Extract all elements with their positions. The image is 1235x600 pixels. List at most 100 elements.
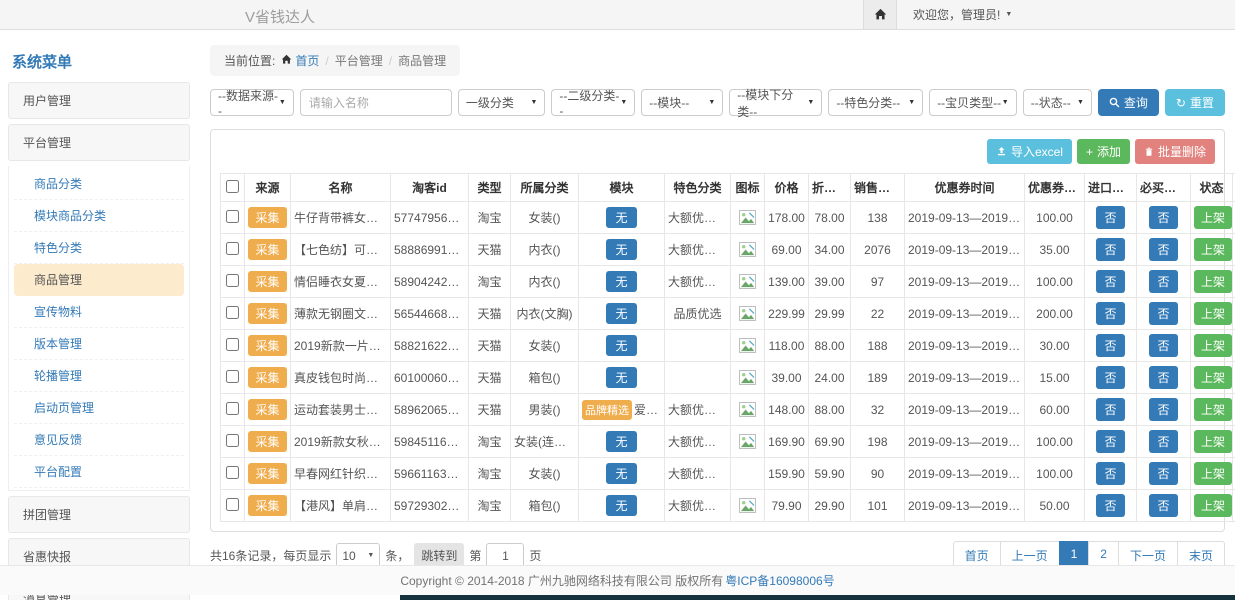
must-buy-toggle[interactable]: 否 [1149, 398, 1177, 421]
coupon-amount: 100.00 [1036, 435, 1073, 449]
breadcrumb-home-link[interactable]: 首页 [281, 52, 319, 69]
must-buy-toggle[interactable]: 否 [1149, 302, 1177, 325]
row-checkbox[interactable] [226, 370, 239, 383]
icp-link[interactable]: 粤ICP备16098006号 [725, 572, 834, 589]
sidebar-subitem[interactable]: 轮播管理 [14, 360, 184, 392]
filter-select[interactable]: --二级分类--▼ [551, 89, 635, 116]
import-select-toggle[interactable]: 否 [1096, 494, 1124, 517]
filter-select[interactable]: --特色分类--▼ [828, 89, 923, 116]
import-select-toggle[interactable]: 否 [1096, 238, 1124, 261]
status-badge[interactable]: 上架 [1194, 302, 1232, 325]
search-button[interactable]: 查询 [1098, 89, 1159, 116]
filter-select[interactable]: --模块--▼ [641, 89, 723, 116]
import-select-toggle[interactable]: 否 [1096, 270, 1124, 293]
price: 178.00 [768, 211, 805, 225]
row-checkbox[interactable] [226, 338, 239, 351]
sidebar-subitem[interactable]: 商品分类 [14, 168, 184, 200]
sidebar-subitem[interactable]: 宣传物料 [14, 296, 184, 328]
import-select-toggle[interactable]: 否 [1096, 366, 1124, 389]
module-badge[interactable]: 无 [606, 271, 636, 292]
module-badge[interactable]: 无 [606, 303, 636, 324]
select-all-checkbox[interactable] [226, 180, 239, 193]
module-badge[interactable]: 无 [606, 463, 636, 484]
status-badge[interactable]: 上架 [1194, 462, 1232, 485]
status-badge[interactable]: 上架 [1194, 366, 1232, 389]
sidebar-subitem[interactable]: 版本管理 [14, 328, 184, 360]
sidebar-subitem[interactable]: 意见反馈 [14, 424, 184, 456]
module-badge[interactable]: 无 [606, 239, 636, 260]
must-buy-toggle[interactable]: 否 [1149, 494, 1177, 517]
sidebar-item-group[interactable]: 平台管理 [8, 124, 190, 161]
sidebar-item-group[interactable]: 拼团管理 [8, 496, 190, 533]
filter-select-value: --模块-- [649, 94, 689, 111]
feature-category: 大额优惠券 [668, 243, 728, 257]
upload-icon [996, 146, 1007, 157]
filter-select[interactable]: 一级分类▼ [458, 89, 546, 116]
status-badge[interactable]: 上架 [1194, 238, 1232, 261]
import-select-toggle[interactable]: 否 [1096, 302, 1124, 325]
status-badge[interactable]: 上架 [1194, 398, 1232, 421]
row-checkbox[interactable] [226, 434, 239, 447]
taoke-id: 596611634525 [394, 467, 469, 481]
must-buy-toggle[interactable]: 否 [1149, 366, 1177, 389]
status-badge[interactable]: 上架 [1194, 206, 1232, 229]
import-select-toggle[interactable]: 否 [1096, 334, 1124, 357]
filter-select[interactable]: --宝贝类型--▼ [929, 89, 1017, 116]
import-excel-button[interactable]: 导入excel [987, 139, 1072, 164]
sidebar-subitem[interactable]: 特色分类 [14, 232, 184, 264]
user-menu[interactable]: 欢迎您，管理员! ▼ [897, 0, 1028, 29]
sidebar-subitem[interactable]: 启动页管理 [14, 392, 184, 424]
module-badge[interactable]: 无 [606, 495, 636, 516]
filter-select-value: --状态-- [1031, 94, 1071, 111]
coupon-amount: 100.00 [1036, 211, 1073, 225]
reset-button[interactable]: ↻ 重置 [1165, 89, 1225, 116]
row-checkbox[interactable] [226, 466, 239, 479]
product-type: 淘宝 [477, 275, 501, 289]
import-select-toggle[interactable]: 否 [1096, 430, 1124, 453]
add-button[interactable]: + 添加 [1077, 139, 1130, 164]
coupon-amount: 35.00 [1039, 243, 1069, 257]
import-select-toggle[interactable]: 否 [1096, 206, 1124, 229]
row-checkbox[interactable] [226, 210, 239, 223]
home-icon[interactable] [863, 0, 897, 29]
product-category: 内衣(文胸) [517, 307, 573, 321]
must-buy-toggle[interactable]: 否 [1149, 334, 1177, 357]
row-checkbox[interactable] [226, 306, 239, 319]
must-buy-toggle[interactable]: 否 [1149, 238, 1177, 261]
trash-icon [1144, 147, 1154, 157]
table-row: 采集情侣睡衣女夏丝绸男士...589042420344淘宝内衣()无大额优惠券1… [221, 266, 1235, 298]
filter-select[interactable]: --状态--▼ [1023, 89, 1092, 116]
import-select-toggle[interactable]: 否 [1096, 462, 1124, 485]
module-badge[interactable]: 无 [606, 207, 636, 228]
row-checkbox[interactable] [226, 498, 239, 511]
row-checkbox[interactable] [226, 402, 239, 415]
must-buy-toggle[interactable]: 否 [1149, 270, 1177, 293]
filter-select[interactable]: --数据来源--▼ [210, 89, 294, 116]
must-buy-toggle[interactable]: 否 [1149, 430, 1177, 453]
price: 39.00 [771, 371, 801, 385]
status-badge[interactable]: 上架 [1194, 270, 1232, 293]
row-checkbox[interactable] [226, 242, 239, 255]
status-badge[interactable]: 上架 [1194, 334, 1232, 357]
must-buy-toggle[interactable]: 否 [1149, 462, 1177, 485]
name-search-input[interactable] [300, 89, 452, 116]
batch-delete-button[interactable]: 批量删除 [1135, 139, 1215, 164]
must-buy-toggle[interactable]: 否 [1149, 206, 1177, 229]
product-name: 薄款无钢圈文胸聚拢性... [294, 307, 391, 321]
sidebar-item-group[interactable]: 用户管理 [8, 82, 190, 119]
import-select-toggle[interactable]: 否 [1096, 398, 1124, 421]
sidebar-subitem[interactable]: 模块商品分类 [14, 200, 184, 232]
source-badge: 采集 [248, 239, 286, 260]
row-checkbox[interactable] [226, 274, 239, 287]
status-badge[interactable]: 上架 [1194, 430, 1232, 453]
chevron-down-icon: ▼ [1002, 99, 1009, 106]
sidebar-subitem[interactable]: 平台配置 [14, 456, 184, 488]
feature-category: 大额优惠券 [668, 403, 728, 417]
sidebar-subitem[interactable]: 商品管理 [14, 264, 184, 296]
product-name: 牛仔背带裤女秋装减龄... [294, 211, 391, 225]
filter-select[interactable]: --模块下分类--▼ [729, 89, 822, 116]
module-badge[interactable]: 无 [606, 335, 636, 356]
status-badge[interactable]: 上架 [1194, 494, 1232, 517]
module-badge[interactable]: 无 [606, 367, 636, 388]
module-badge[interactable]: 无 [606, 431, 636, 452]
